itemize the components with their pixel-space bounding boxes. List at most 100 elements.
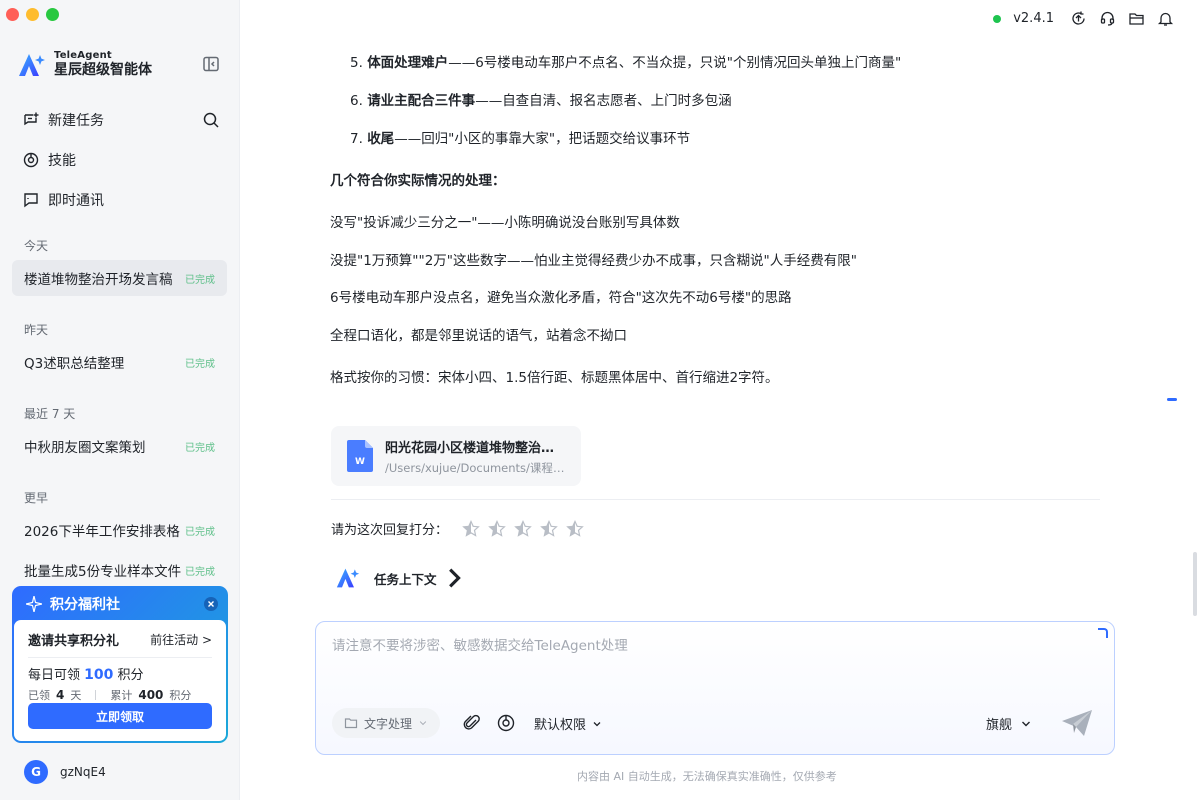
bell-icon[interactable] xyxy=(1157,10,1174,27)
nav-new-task-label: 新建任务 xyxy=(48,113,104,129)
minimize-window-button[interactable] xyxy=(26,8,39,21)
top-toolbar: v2.4.1 xyxy=(993,10,1174,27)
task-context-link[interactable]: 任务上下文 xyxy=(336,566,467,590)
promo-daily-value: 100 xyxy=(84,667,114,683)
promo-stats: 已领 4 天 累计 400 积分 xyxy=(28,687,212,703)
history-group-week: 最近 7 天 xyxy=(24,407,76,421)
online-status-dot xyxy=(993,14,1002,23)
history-item[interactable]: 2026下半年工作安排表格 已完成 xyxy=(12,512,227,548)
list-item-number: 5. xyxy=(350,55,363,71)
message-heading: 几个符合你实际情况的处理： xyxy=(330,173,506,189)
attachment-icon[interactable] xyxy=(462,713,482,733)
send-icon[interactable] xyxy=(1060,708,1094,738)
history-item[interactable]: 批量生成5份专业样本文件 已完成 xyxy=(12,552,227,588)
promo-claimed-label: 已领 xyxy=(28,689,50,702)
permission-selector[interactable]: 默认权限 xyxy=(534,714,602,733)
expand-icon[interactable] xyxy=(1098,628,1108,638)
promo-claimed-value: 4 xyxy=(56,688,65,702)
star-icon[interactable] xyxy=(462,519,480,538)
file-icon-letter: W xyxy=(355,457,365,467)
message-input[interactable] xyxy=(332,634,1072,694)
headset-icon[interactable] xyxy=(1099,10,1116,27)
list-item-text: ——自查自清、报名志愿者、上门时多包涵 xyxy=(475,93,732,109)
promo-invite-title: 邀请共享积分礼 xyxy=(28,634,120,649)
mode-label: 文字处理 xyxy=(364,716,413,731)
history-item-title: Q3述职总结整理 xyxy=(24,356,125,372)
star-icon[interactable] xyxy=(514,519,532,538)
chevron-down-icon xyxy=(1022,721,1031,726)
list-item-text: ——6号楼电动车那户不点名、不当众提，只说"个别情况回头单独上门商量" xyxy=(448,55,902,71)
history-item-title: 中秋朋友圈文案策划 xyxy=(24,440,146,456)
mode-selector[interactable]: 文字处理 xyxy=(332,708,441,738)
history-item[interactable]: Q3述职总结整理 已完成 xyxy=(12,344,227,380)
message-paragraph: 6号楼电动车那户没点名，避免当众激化矛盾，符合"这次先不动6号楼"的思路 xyxy=(330,290,792,306)
message-paragraph: 没写"投诉减少三分之一"——小陈明确说没台账别写具体数 xyxy=(330,215,680,231)
nav-im[interactable]: 即时通讯 xyxy=(12,180,228,220)
history-item[interactable]: 中秋朋友圈文案策划 已完成 xyxy=(12,428,227,464)
brand-name-en: TeleAgent xyxy=(54,50,112,61)
search-icon[interactable] xyxy=(202,111,220,129)
nav-im-label: 即时通讯 xyxy=(48,193,104,209)
scroll-position-marker xyxy=(1167,398,1177,401)
star-icon[interactable] xyxy=(540,519,558,538)
history-group-today: 今天 xyxy=(24,239,49,253)
list-item-bold: 请业主配合三件事 xyxy=(367,93,476,109)
list-item-number: 7. xyxy=(350,131,363,147)
model-selector[interactable]: 旗舰 xyxy=(986,714,1032,733)
folder-icon[interactable] xyxy=(1128,10,1145,27)
sidebar-collapse-icon[interactable] xyxy=(202,55,220,73)
list-item: 7. 收尾——回归"小区的事靠大家"，把话题交给议事环节 xyxy=(350,127,690,147)
chat-icon xyxy=(24,193,38,208)
promo-title: 积分福利社 xyxy=(50,597,120,613)
close-window-button[interactable] xyxy=(6,8,19,21)
teleagent-logo-icon xyxy=(336,568,360,588)
divider xyxy=(331,499,1100,500)
list-item: 5. 体面处理难户——6号楼电动车那户不点名、不当众提，只说"个别情况回头单独上… xyxy=(350,51,901,71)
permission-label: 默认权限 xyxy=(534,718,587,733)
skills-icon[interactable] xyxy=(496,713,516,733)
history-group-earlier: 更早 xyxy=(24,491,49,505)
star-icon[interactable] xyxy=(488,519,506,538)
promo-total-label: 累计 xyxy=(110,689,133,702)
history-item-title: 2026下半年工作安排表格 xyxy=(24,524,180,540)
points-promo-card: 积分福利社 邀请共享积分礼 前往活动 > 每日可领 100 积分 已领 4 天 … xyxy=(12,586,228,743)
history-item-title: 楼道堆物整治开场发言稿 xyxy=(24,272,173,288)
star-icon[interactable] xyxy=(566,519,584,538)
promo-daily: 每日可领 100 积分 xyxy=(28,664,212,683)
user-name: gzNqE4 xyxy=(60,765,106,779)
history-item[interactable]: 楼道堆物整治开场发言稿 已完成 xyxy=(12,260,227,296)
file-name: 阳光花园小区楼道堆物整治开场发言稿.docx xyxy=(385,440,565,456)
skills-icon xyxy=(23,152,39,168)
message-paragraph: 没提"1万预算""2万"这些数字——怕业主觉得经费少办不成事，只含糊说"人手经费… xyxy=(330,253,857,269)
status-badge: 已完成 xyxy=(185,526,215,538)
folder-icon xyxy=(344,718,358,729)
list-item-number: 6. xyxy=(350,93,363,109)
list-item-text: ——回归"小区的事靠大家"，把话题交给议事环节 xyxy=(394,131,691,147)
ai-disclaimer: 内容由 AI 自动生成，无法确保真实准确性，仅供参考 xyxy=(577,770,837,783)
promo-goto-link[interactable]: 前往活动 > xyxy=(150,631,212,648)
nav-new-task[interactable]: 新建任务 xyxy=(12,100,228,140)
status-badge: 已完成 xyxy=(185,442,215,454)
update-icon[interactable] xyxy=(1070,10,1087,27)
model-label: 旗舰 xyxy=(986,718,1013,733)
scrollbar-thumb[interactable] xyxy=(1193,552,1197,616)
message-paragraph: 格式按你的习惯：宋体小四、1.5倍行距、标题黑体居中、首行缩进2字符。 xyxy=(330,370,779,386)
brand: TeleAgent 星辰超级智能体 xyxy=(18,50,152,79)
file-path: /Users/xujue/Documents/课程资料 xyxy=(385,460,565,475)
claim-button[interactable]: 立即领取 xyxy=(28,703,212,729)
composer: 文字处理 默认权限 旗舰 xyxy=(315,621,1115,755)
close-icon[interactable] xyxy=(204,597,218,611)
new-task-icon xyxy=(24,112,39,126)
maximize-window-button[interactable] xyxy=(46,8,59,21)
brand-name-cn: 星辰超级智能体 xyxy=(54,62,152,78)
chevron-down-icon xyxy=(593,721,601,726)
chevron-down-icon xyxy=(419,721,427,726)
promo-daily-prefix: 每日可领 xyxy=(28,668,81,683)
avatar: G xyxy=(24,760,48,784)
file-attachment-card[interactable]: W 阳光花园小区楼道堆物整治开场发言稿.docx /Users/xujue/Do… xyxy=(331,426,581,486)
message-paragraph: 全程口语化，都是邻里说话的语气，站着念不拗口 xyxy=(330,328,627,344)
user-profile[interactable]: G gzNqE4 xyxy=(24,760,106,784)
nav-skills[interactable]: 技能 xyxy=(12,140,228,180)
rating-label: 请为这次回复打分： xyxy=(331,523,449,538)
rating-stars xyxy=(462,519,584,538)
